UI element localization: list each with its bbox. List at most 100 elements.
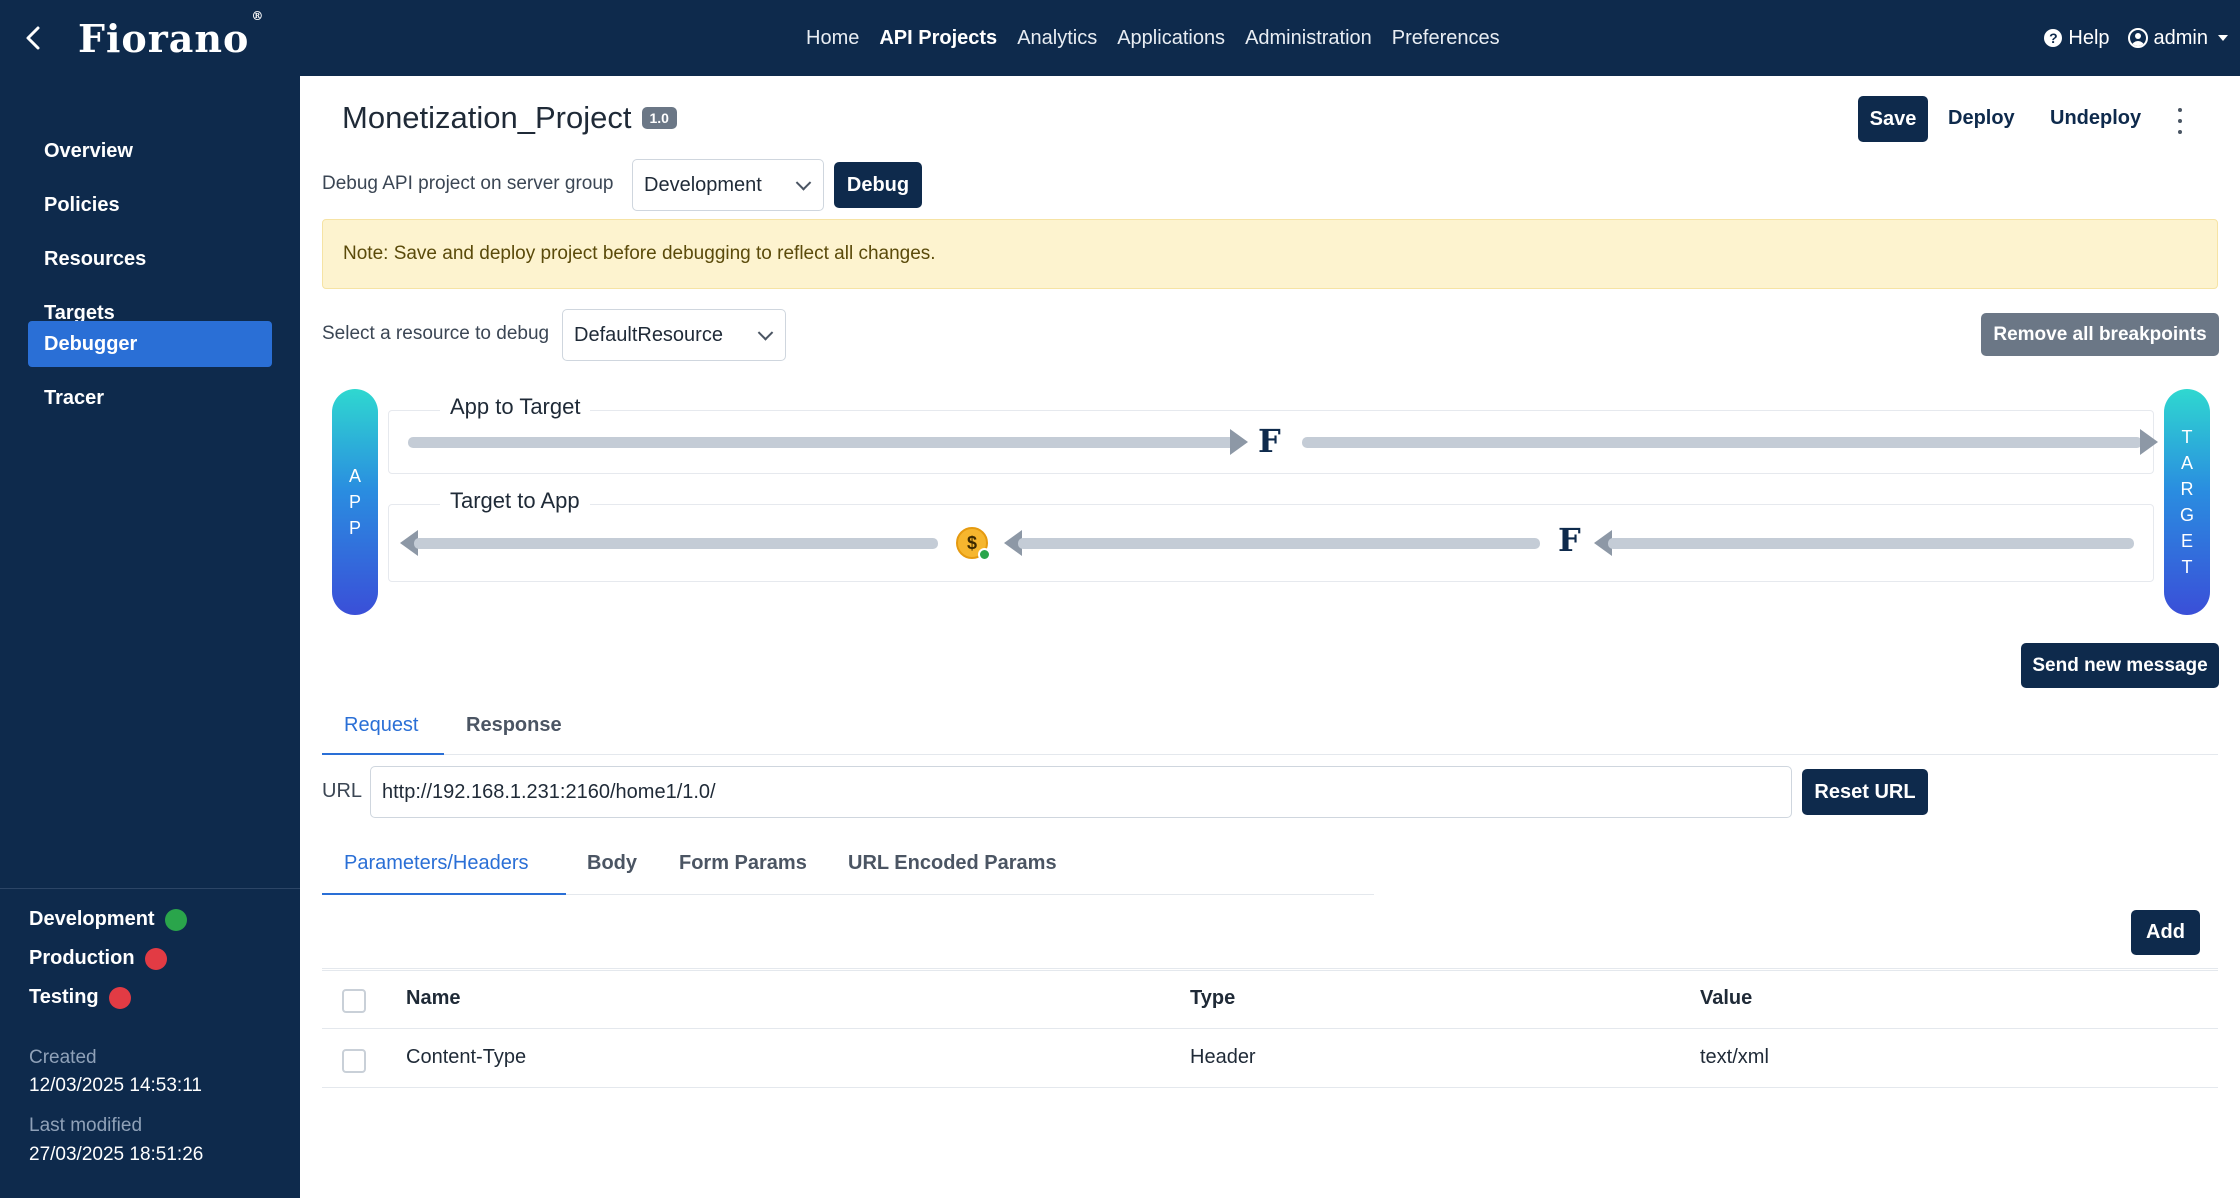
deploy-button[interactable]: Deploy	[1948, 107, 2015, 130]
nav-applications[interactable]: Applications	[1117, 27, 1225, 50]
main-nav: Home API Projects Analytics Applications…	[806, 0, 1500, 76]
target-letter: T	[2181, 427, 2193, 447]
target-letter: R	[2180, 479, 2194, 499]
nav-home[interactable]: Home	[806, 27, 859, 50]
add-param-button[interactable]: Add	[2131, 910, 2200, 955]
nav-analytics[interactable]: Analytics	[1017, 27, 1097, 50]
row-divider	[322, 1087, 2218, 1088]
flow-line	[1018, 538, 1540, 549]
url-value: http://192.168.1.231:2160/home1/1.0/	[382, 780, 716, 803]
flow-line	[408, 437, 1242, 448]
send-new-message-button[interactable]: Send new message	[2021, 643, 2219, 688]
nav-preferences[interactable]: Preferences	[1392, 27, 1500, 50]
user-menu[interactable]: admin	[2127, 26, 2228, 50]
chevron-down-icon	[757, 325, 774, 341]
tab-response[interactable]: Response	[466, 714, 562, 737]
nav-api-projects[interactable]: API Projects	[879, 27, 997, 50]
sidebar: Overview Policies Resources Targets Debu…	[0, 76, 300, 1198]
reset-url-button[interactable]: Reset URL	[1802, 769, 1928, 815]
status-dot-icon	[144, 947, 167, 970]
help-label: Help	[2068, 26, 2110, 49]
sidebar-item-tracer[interactable]: Tracer	[28, 375, 272, 421]
project-name: Monetization_Project	[342, 100, 632, 135]
target-letter: G	[2179, 505, 2194, 525]
note-text: Note: Save and deploy project before deb…	[343, 243, 936, 264]
resource-value: DefaultResource	[574, 323, 723, 346]
debug-note: Note: Save and deploy project before deb…	[322, 219, 2218, 289]
debug-button[interactable]: Debug	[834, 162, 922, 208]
chevron-down-icon	[2218, 35, 2228, 41]
url-input[interactable]: http://192.168.1.231:2160/home1/1.0/	[370, 766, 1792, 818]
tab-form-params[interactable]: Form Params	[679, 852, 807, 875]
back-arrow-icon[interactable]	[18, 22, 50, 54]
column-type: Type	[1190, 987, 1236, 1009]
tab-body[interactable]: Body	[587, 852, 637, 875]
user-icon	[2127, 28, 2148, 48]
app-endpoint: A P P	[332, 389, 378, 615]
main-content: Monetization_Project 1.0 Save Deploy Und…	[300, 76, 2240, 1198]
policy-icon[interactable]: F	[1258, 422, 1281, 460]
arrow-right-icon	[2140, 429, 2158, 455]
env-name: Testing	[29, 986, 99, 1008]
help-icon: ?	[2044, 29, 2063, 47]
param-value: text/xml	[1700, 1046, 1769, 1068]
modified-value: 27/03/2025 18:51:26	[29, 1144, 204, 1165]
check-badge-icon	[978, 548, 991, 561]
chevron-down-icon	[795, 175, 812, 191]
env-development: Development	[29, 908, 187, 931]
target-letter: E	[2180, 531, 2193, 551]
logo-text: Fiorano	[78, 16, 250, 61]
sidebar-item-overview[interactable]: Overview	[28, 128, 272, 174]
env-name: Development	[29, 908, 155, 930]
more-options-icon[interactable]	[2176, 108, 2184, 134]
subtab-bar-line	[566, 894, 1374, 895]
sidebar-item-debugger[interactable]: Debugger	[28, 321, 272, 367]
remove-breakpoints-button[interactable]: Remove all breakpoints	[1981, 313, 2219, 356]
resource-select[interactable]: DefaultResource	[562, 309, 786, 361]
top-navbar: Fiorano ® Home API Projects Analytics App…	[0, 0, 2240, 76]
save-button[interactable]: Save	[1858, 96, 1928, 142]
resource-label: Select a resource to debug	[322, 323, 550, 344]
page-title: Monetization_Project 1.0	[342, 100, 677, 136]
target-letter: T	[2181, 557, 2193, 577]
row-checkbox[interactable]	[342, 1049, 366, 1073]
app-letter: P	[348, 492, 361, 512]
logo-mark: ®	[251, 9, 265, 24]
active-subtab-indicator	[322, 893, 566, 895]
status-dot-icon	[108, 986, 131, 1009]
status-dot-icon	[164, 908, 187, 931]
modified-label: Last modified	[29, 1115, 143, 1136]
env-production: Production	[29, 947, 167, 970]
tabs-divider	[322, 754, 2218, 755]
table-top-border	[322, 968, 2218, 969]
server-group-select[interactable]: Development	[632, 159, 824, 211]
target-letter: A	[2180, 453, 2193, 473]
flow-line	[414, 538, 938, 549]
fiorano-logo[interactable]: Fiorano ®	[78, 9, 264, 61]
column-value: Value	[1700, 987, 1753, 1009]
sidebar-item-resources[interactable]: Resources	[28, 236, 272, 282]
help-link[interactable]: ? Help	[2044, 26, 2110, 50]
tab-url-encoded-params[interactable]: URL Encoded Params	[848, 852, 1057, 875]
param-type: Header	[1190, 1046, 1256, 1068]
env-name: Production	[29, 947, 135, 969]
select-all-checkbox[interactable]	[342, 989, 366, 1013]
version-badge: 1.0	[641, 107, 677, 129]
tab-parameters-headers[interactable]: Parameters/Headers	[344, 852, 529, 875]
header-divider	[322, 1028, 2218, 1029]
policy-icon[interactable]: F	[1558, 521, 1581, 559]
app-letter: A	[348, 466, 361, 486]
app-letter: P	[348, 518, 361, 538]
target-to-app-title: Target to App	[440, 488, 590, 514]
dollar-glyph: $	[966, 532, 977, 553]
undeploy-button[interactable]: Undeploy	[2050, 107, 2141, 130]
nav-administration[interactable]: Administration	[1245, 27, 1372, 50]
server-group-value: Development	[644, 173, 762, 196]
user-nav: ? Help admin	[2044, 0, 2228, 76]
monetization-policy-icon[interactable]: $	[956, 527, 991, 561]
sidebar-item-policies[interactable]: Policies	[28, 182, 272, 228]
user-name: admin	[2153, 26, 2208, 49]
param-name: Content-Type	[406, 1046, 527, 1068]
tab-request[interactable]: Request	[344, 714, 419, 737]
column-name: Name	[406, 987, 461, 1009]
